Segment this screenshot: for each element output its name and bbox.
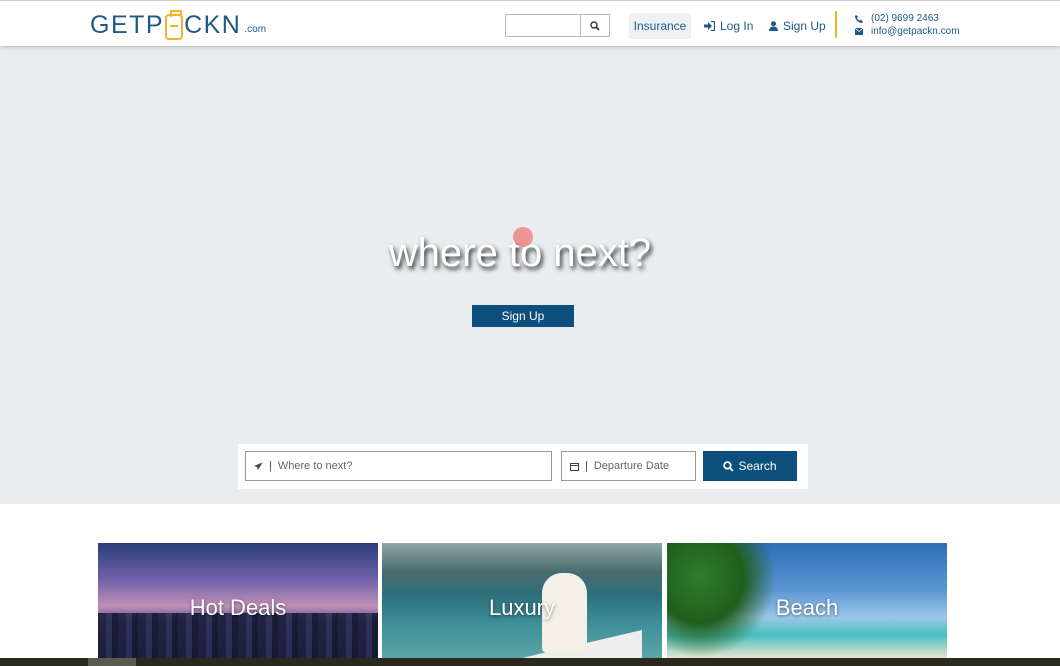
hero-section: where to next? Sign Up | Where to next? …	[0, 46, 1060, 504]
contact-phone-text: (02) 9699 2463	[871, 13, 939, 24]
site-header: GETP CKN .com Insurance Log In Sign Up (…	[0, 0, 1060, 46]
nav-login[interactable]: Log In	[704, 13, 753, 39]
header-search	[505, 14, 610, 37]
tile-luxury-label: Luxury	[488, 595, 556, 620]
date-separator: |	[585, 460, 588, 472]
hero-signup-button[interactable]: Sign Up	[472, 305, 574, 327]
nav-login-label: Log In	[720, 19, 754, 33]
destination-placeholder: Where to next?	[277, 460, 353, 472]
envelope-icon	[855, 28, 863, 35]
bottom-strip	[0, 658, 1060, 666]
search-button-label: Search	[738, 459, 777, 473]
tile-hot-deals-label: Hot Deals	[189, 595, 287, 620]
search-button[interactable]: Search	[703, 451, 797, 481]
contact-phone[interactable]: (02) 9699 2463	[855, 12, 960, 25]
trip-search-panel: | Where to next? | Departure Date Search	[238, 444, 808, 489]
search-icon	[723, 460, 735, 472]
phone-icon	[855, 14, 863, 23]
bottom-strip-highlight	[88, 658, 136, 666]
tile-beach[interactable]: Beach	[667, 543, 947, 658]
calendar-icon	[570, 462, 579, 471]
header-search-button[interactable]	[581, 15, 609, 36]
tile-hot-deals[interactable]: Hot Deals	[98, 543, 378, 658]
nav-insurance[interactable]: Insurance	[629, 13, 691, 39]
destination-separator: |	[269, 460, 272, 472]
sign-in-icon	[704, 21, 715, 31]
tile-beach-label: Beach	[775, 595, 839, 620]
plane-icon	[254, 462, 263, 470]
suitcase-icon	[165, 10, 184, 40]
contact-email-text: info@getpackn.com	[871, 26, 960, 37]
departure-date-field[interactable]: | Departure Date	[561, 451, 696, 481]
nav-divider	[835, 11, 837, 38]
header-search-input[interactable]	[506, 15, 581, 36]
contact-info: (02) 9699 2463 info@getpackn.com	[855, 12, 960, 38]
user-icon	[769, 21, 778, 31]
contact-email[interactable]: info@getpackn.com	[855, 25, 960, 38]
search-icon	[590, 20, 600, 31]
destination-field[interactable]: | Where to next?	[245, 451, 552, 481]
logo[interactable]: GETP CKN .com	[90, 10, 266, 40]
logo-text-left: GETP	[90, 11, 165, 39]
cursor-indicator	[513, 227, 533, 247]
logo-suffix: .com	[244, 24, 267, 35]
logo-text-right: CKN	[184, 11, 242, 39]
nav-signup[interactable]: Sign Up	[769, 13, 826, 39]
nav-signup-label: Sign Up	[783, 19, 826, 33]
date-placeholder: Departure Date	[593, 460, 670, 472]
tile-luxury[interactable]: Luxury	[382, 543, 662, 658]
